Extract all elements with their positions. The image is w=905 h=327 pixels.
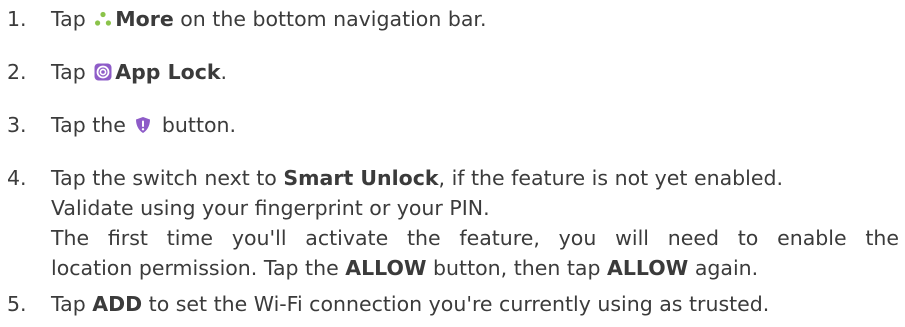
- more-dots-icon: [93, 9, 113, 29]
- step-text-post: to set the Wi-Fi connection you're curre…: [142, 292, 770, 316]
- step-text: Tap More on the bottom navigation bar.: [51, 4, 899, 34]
- allow-label: ALLOW: [345, 256, 427, 280]
- allow-label: ALLOW: [606, 256, 689, 280]
- step-number: 3.: [7, 113, 27, 137]
- step-number: 2.: [7, 60, 27, 84]
- step-text: Tap the button.: [51, 110, 899, 140]
- step-line2: Validate using your fingerprint or your …: [51, 196, 490, 220]
- shield-alert-icon: [133, 115, 153, 135]
- step-text: Tap App Lock.: [51, 57, 899, 87]
- app-lock-label: App Lock: [115, 60, 221, 84]
- step-text-pre: Tap: [51, 60, 93, 84]
- step-text: Tap ADD to set the Wi-Fi connection you'…: [51, 289, 899, 319]
- smart-unlock-label: Smart Unlock: [283, 166, 439, 190]
- step-number: 5.: [7, 292, 27, 316]
- step-line4-pre: location permission. Tap the: [51, 256, 346, 280]
- app-lock-icon: [93, 62, 113, 82]
- step-line4-mid: button, then tap: [426, 256, 607, 280]
- add-label: ADD: [92, 292, 143, 316]
- step-text-pre: Tap the: [51, 113, 133, 137]
- step-text-post: on the bottom navigation bar.: [173, 7, 487, 31]
- step-text-post: .: [220, 60, 228, 84]
- step-line1-post: , if the feature is not yet enabled.: [438, 166, 783, 190]
- step-line1-pre: Tap the switch next to: [51, 166, 284, 190]
- step-text-pre: Tap: [51, 292, 93, 316]
- step-number: 1.: [7, 7, 27, 31]
- step-text-pre: Tap: [51, 7, 93, 31]
- step-line4-post: again.: [688, 256, 759, 280]
- more-label: More: [115, 7, 174, 31]
- step-line3: The first time you'll activate the featu…: [51, 226, 899, 250]
- step-number: 4.: [7, 166, 27, 190]
- step-text: Tap the switch next to Smart Unlock, if …: [51, 163, 899, 283]
- step-text-post: button.: [155, 113, 237, 137]
